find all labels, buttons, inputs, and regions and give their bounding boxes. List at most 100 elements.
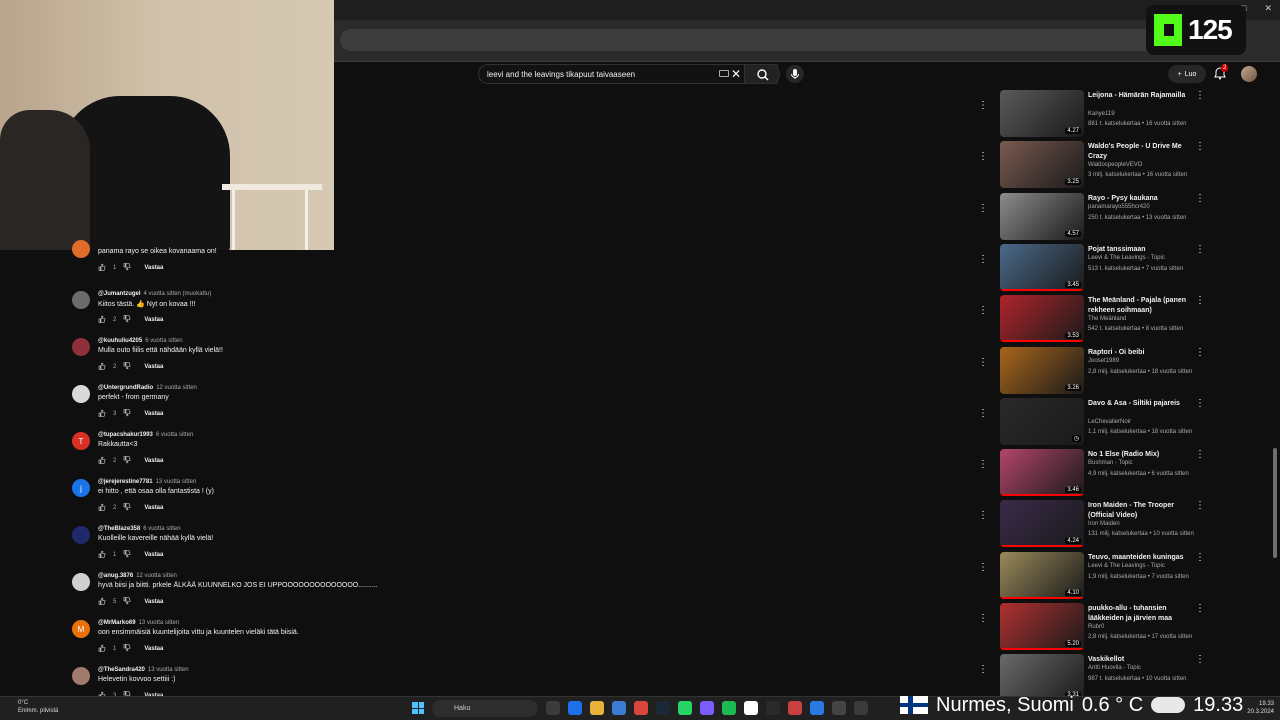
file-explorer-icon[interactable]: [590, 701, 604, 715]
obs-icon[interactable]: [766, 701, 780, 715]
more-options-icon[interactable]: ⋮: [978, 151, 988, 162]
discord-icon[interactable]: [700, 701, 714, 715]
like-icon[interactable]: [98, 315, 106, 325]
dislike-icon[interactable]: [123, 550, 131, 560]
more-options-icon[interactable]: ⋮: [978, 562, 988, 573]
video-menu-icon[interactable]: ⋮: [1195, 449, 1205, 460]
dislike-icon[interactable]: [123, 263, 131, 273]
video-channel[interactable]: Leevi & The Leavings - Topic: [1088, 255, 1165, 261]
like-icon[interactable]: [98, 362, 106, 372]
watch-later-icon[interactable]: ◷: [1071, 434, 1081, 442]
related-video-item[interactable]: ⋮ ◷ Davo & Asa - Siltiki pajareis LeChev…: [976, 397, 1206, 448]
comment-time[interactable]: 6 vuotta sitten: [143, 526, 180, 532]
epic-games-icon[interactable]: [744, 701, 758, 715]
video-menu-icon[interactable]: ⋮: [1195, 90, 1205, 101]
dislike-icon[interactable]: [123, 456, 131, 466]
like-icon[interactable]: [98, 409, 106, 419]
taskbar-weather-widget[interactable]: 0°C Enimm. pilvistä: [18, 699, 58, 715]
comment-time[interactable]: 6 vuotta sitten: [156, 432, 193, 438]
like-icon[interactable]: [98, 644, 106, 654]
address-bar[interactable]: [340, 29, 1220, 51]
reply-button[interactable]: Vastaa: [144, 265, 163, 271]
video-channel[interactable]: Antti Huovila - Topic: [1088, 665, 1141, 671]
comment-author[interactable]: @Jumantzugel: [98, 291, 141, 297]
voice-search-button[interactable]: [786, 65, 804, 83]
comment-avatar[interactable]: [72, 240, 90, 258]
video-title[interactable]: The Meänland - Pajala (panen rekheen soi…: [1088, 296, 1188, 316]
video-channel[interactable]: The Meänland: [1088, 316, 1126, 322]
like-icon[interactable]: [98, 597, 106, 607]
video-channel[interactable]: Kanye119: [1088, 111, 1115, 117]
related-video-item[interactable]: ⋮ 4.57 Rayo - Pysy kaukana panamarayo555…: [976, 192, 1206, 243]
video-channel[interactable]: Bushman - Topic: [1088, 460, 1133, 466]
more-options-icon[interactable]: ⋮: [978, 357, 988, 368]
related-video-item[interactable]: ⋮ 3.26 Raptori - Oi beibi Jooset1989 2,8…: [976, 346, 1206, 397]
video-channel[interactable]: Rubr0: [1088, 624, 1104, 630]
reply-button[interactable]: Vastaa: [144, 317, 163, 323]
video-title[interactable]: Pojat tanssimaan: [1088, 245, 1188, 255]
video-menu-icon[interactable]: ⋮: [1195, 603, 1205, 614]
comment-author[interactable]: @UntergrundRadio: [98, 385, 153, 391]
edge-icon[interactable]: [612, 701, 626, 715]
comment-avatar[interactable]: [72, 573, 90, 591]
task-view-icon[interactable]: [546, 701, 560, 715]
video-channel[interactable]: WaldospeopleVEVO: [1088, 162, 1142, 168]
steam-icon[interactable]: [656, 701, 670, 715]
video-thumbnail[interactable]: 5.20: [1000, 603, 1084, 650]
keyboard-icon[interactable]: [719, 70, 729, 77]
related-video-item[interactable]: ⋮ 3.45 Pojat tanssimaan Leevi & The Leav…: [976, 243, 1206, 294]
video-menu-icon[interactable]: ⋮: [1195, 500, 1205, 511]
dislike-icon[interactable]: [123, 644, 131, 654]
more-options-icon[interactable]: ⋮: [978, 254, 988, 265]
comment-author[interactable]: @tupacshakur1993: [98, 432, 153, 438]
more-options-icon[interactable]: ⋮: [978, 459, 988, 470]
chrome-icon[interactable]: [634, 701, 648, 715]
video-title[interactable]: Rayo - Pysy kaukana: [1088, 194, 1188, 204]
related-video-item[interactable]: ⋮ 4.10 Teuvo, maanteiden kuningas Leevi …: [976, 551, 1206, 602]
spotify-icon[interactable]: [722, 701, 736, 715]
video-menu-icon[interactable]: ⋮: [1195, 244, 1205, 255]
video-menu-icon[interactable]: ⋮: [1195, 347, 1205, 358]
comment-avatar[interactable]: [72, 526, 90, 544]
search-button[interactable]: [744, 64, 780, 84]
more-options-icon[interactable]: ⋮: [978, 408, 988, 419]
video-menu-icon[interactable]: ⋮: [1195, 295, 1205, 306]
comment-time[interactable]: 6 vuotta sitten: [145, 338, 182, 344]
comment-avatar[interactable]: [72, 667, 90, 685]
account-avatar[interactable]: [1241, 66, 1257, 82]
video-menu-icon[interactable]: ⋮: [1195, 141, 1205, 152]
dislike-icon[interactable]: [123, 503, 131, 513]
comment-avatar[interactable]: [72, 291, 90, 309]
video-title[interactable]: Vaskikellot: [1088, 655, 1188, 665]
video-title[interactable]: No 1 Else (Radio Mix): [1088, 450, 1188, 460]
reply-button[interactable]: Vastaa: [144, 552, 163, 558]
clear-search-icon[interactable]: ✕: [731, 67, 741, 81]
comment-author[interactable]: @anug.3876: [98, 573, 133, 579]
more-options-icon[interactable]: ⋮: [978, 100, 988, 111]
video-title[interactable]: Raptori - Oi beibi: [1088, 348, 1188, 358]
app-icon[interactable]: [788, 701, 802, 715]
related-video-item[interactable]: ⋮ 5.20 puukko-allu - tuhansien lääkkeide…: [976, 603, 1206, 653]
video-title[interactable]: puukko-allu - tuhansien lääkkeiden ja jä…: [1088, 604, 1188, 624]
video-thumbnail[interactable]: 3.25: [1000, 141, 1084, 189]
app-icon[interactable]: [854, 701, 868, 715]
comment-time[interactable]: 12 vuotta sitten: [136, 573, 177, 579]
windows-start-icon[interactable]: [412, 702, 424, 714]
create-button[interactable]: + Luo: [1168, 65, 1206, 83]
app-icon[interactable]: [810, 701, 824, 715]
dislike-icon[interactable]: [123, 409, 131, 419]
system-tray-clock[interactable]: 19.33 20.3.2024: [1247, 700, 1274, 716]
video-thumbnail[interactable]: 4.27: [1000, 90, 1084, 137]
like-icon[interactable]: [98, 503, 106, 513]
related-video-item[interactable]: ⋮ 4.27 Leijona - Hämärän Rajamailla Kany…: [976, 90, 1206, 140]
video-menu-icon[interactable]: ⋮: [1195, 398, 1205, 409]
like-icon[interactable]: [98, 263, 106, 273]
video-menu-icon[interactable]: ⋮: [1195, 193, 1205, 204]
related-video-item[interactable]: ⋮ 3.53 The Meänland - Pajala (panen rekh…: [976, 295, 1206, 345]
close-window-icon[interactable]: ✕: [1264, 3, 1272, 14]
video-thumbnail[interactable]: 4.57: [1000, 192, 1084, 240]
comment-time[interactable]: 13 vuotta sitten: [139, 620, 180, 626]
video-thumbnail[interactable]: 3.53: [1000, 295, 1084, 343]
dislike-icon[interactable]: [123, 362, 131, 372]
comment-author[interactable]: @MrMarko69: [98, 620, 136, 626]
